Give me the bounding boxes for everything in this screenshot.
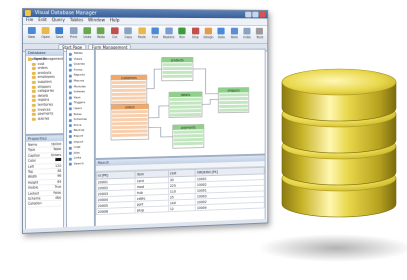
database-disks bbox=[281, 68, 397, 218]
database-disk bbox=[281, 68, 397, 122]
product-illustration: Visual Database Manager File Edit Query Tab… bbox=[0, 0, 407, 280]
disk-top bbox=[281, 68, 397, 96]
database-shadow bbox=[258, 234, 407, 262]
database-cylinder-icon bbox=[258, 68, 407, 262]
